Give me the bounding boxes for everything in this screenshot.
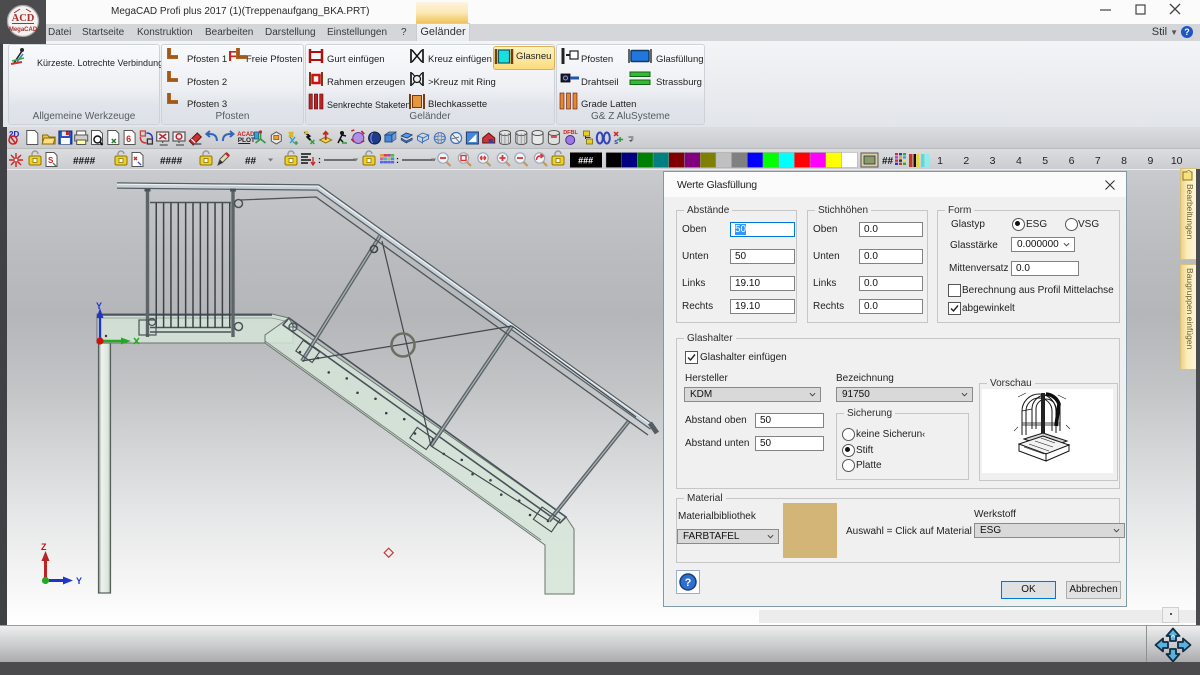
svg-text:?: ?	[685, 577, 692, 589]
svg-text:6: 6	[1069, 155, 1075, 167]
svg-text:####: ####	[160, 156, 183, 167]
svg-text:8: 8	[1121, 155, 1127, 167]
svg-text:5: 5	[1042, 155, 1048, 167]
svg-text:9: 9	[1147, 155, 1153, 167]
svg-text:6: 6	[126, 134, 131, 144]
svg-text:3: 3	[990, 155, 996, 167]
svg-text:ACD: ACD	[12, 13, 35, 24]
svg-text:2: 2	[963, 155, 969, 167]
svg-text:MegaCAD: MegaCAD	[9, 27, 38, 33]
svg-text:s: s	[614, 139, 618, 146]
svg-text::: :	[396, 155, 399, 165]
svg-text:Y: Y	[76, 576, 82, 586]
svg-text:1: 1	[937, 155, 943, 167]
svg-text::: :	[318, 155, 321, 165]
svg-text:7: 7	[1095, 155, 1101, 167]
svg-text:##: ##	[245, 156, 257, 167]
svg-text:Z: Z	[41, 542, 47, 552]
svg-text:10: 10	[1171, 155, 1183, 167]
svg-text:Y: Y	[96, 301, 102, 311]
svg-text:##: ##	[882, 156, 894, 167]
svg-text:4: 4	[1016, 155, 1022, 167]
svg-text:F: F	[228, 48, 237, 65]
svg-text:###: ###	[578, 156, 593, 166]
svg-text:PLOT: PLOT	[238, 137, 255, 144]
svg-text:####: ####	[73, 156, 96, 167]
